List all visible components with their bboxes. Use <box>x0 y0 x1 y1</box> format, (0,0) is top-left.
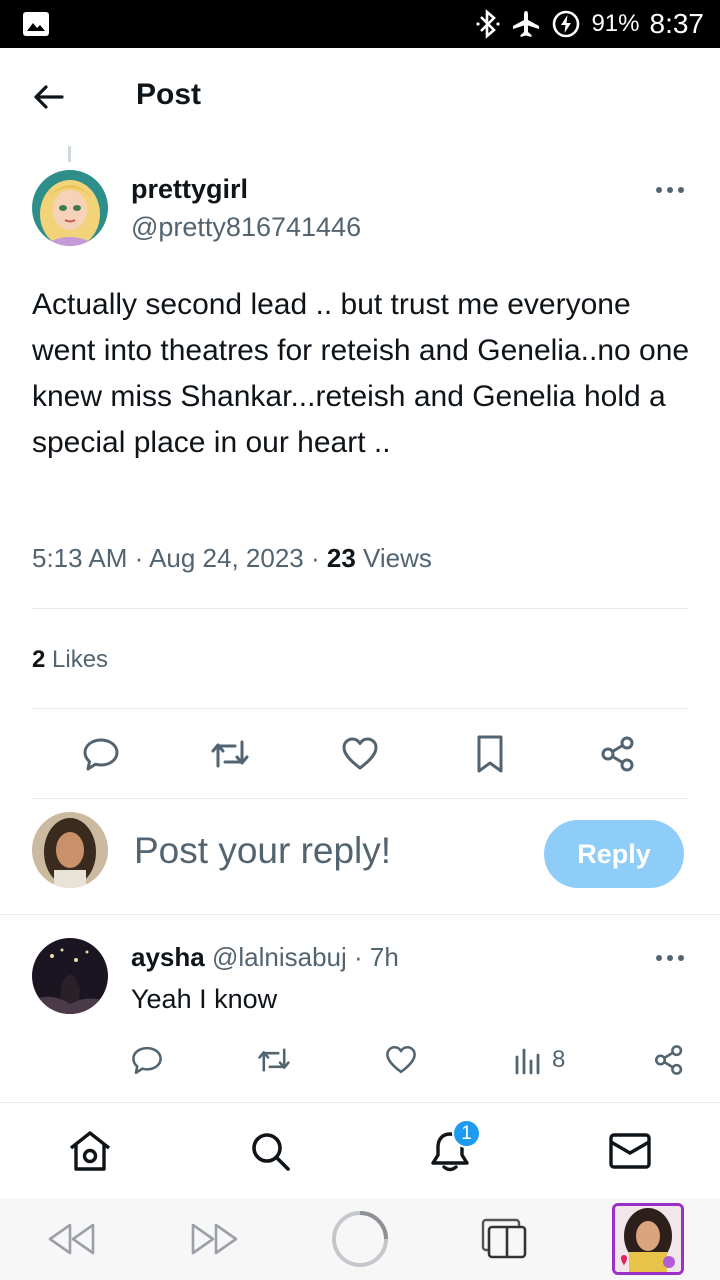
post-timestamp: 5:13 AM · Aug 24, 2023 · <box>32 543 327 573</box>
author-avatar[interactable] <box>32 170 108 246</box>
page-title: Post <box>136 78 202 111</box>
author-handle[interactable]: @pretty816741446 <box>131 212 361 243</box>
more-dot-icon <box>678 187 684 193</box>
reply-button[interactable] <box>77 730 125 778</box>
status-bar: 91% 8:37 <box>0 0 720 48</box>
repost-icon <box>211 740 249 768</box>
reply-author-name[interactable]: aysha <box>131 942 205 972</box>
gallery-icon <box>23 12 49 36</box>
share-icon <box>654 1045 683 1075</box>
rewind-icon <box>48 1223 95 1255</box>
views-count: 23 <box>326 543 356 573</box>
profile-thumbnail-image <box>615 1206 681 1272</box>
fast-forward-button[interactable] <box>188 1212 242 1266</box>
avatar-image <box>32 812 108 888</box>
reply-item-like-button[interactable] <box>384 1040 418 1080</box>
reply-item-share-button[interactable] <box>652 1040 686 1080</box>
home-icon <box>69 1131 111 1171</box>
repost-icon <box>258 1048 290 1072</box>
repost-button[interactable] <box>206 730 254 778</box>
battery-saver-icon <box>553 10 580 38</box>
share-icon <box>601 736 634 772</box>
likes-label: Likes <box>45 646 109 673</box>
divider <box>0 914 720 915</box>
like-icon <box>386 1045 416 1074</box>
author-name[interactable]: prettygirl <box>131 174 248 205</box>
system-navigation-bar <box>0 1198 720 1280</box>
back-button[interactable] <box>26 74 72 120</box>
clock: 8:37 <box>649 8 705 39</box>
tabs-icon <box>481 1218 527 1259</box>
divider <box>32 708 688 709</box>
more-dot-icon <box>667 955 673 961</box>
like-icon <box>342 737 378 770</box>
bluetooth-icon <box>476 9 501 39</box>
top-app-bar: Post <box>0 48 720 144</box>
reply-item-views-button[interactable]: 8 <box>514 1040 565 1080</box>
reply-icon <box>132 1046 162 1075</box>
more-dot-icon <box>678 955 684 961</box>
post-meta: 5:13 AM · Aug 24, 2023 · 23 Views <box>32 543 432 574</box>
more-dot-icon <box>656 955 662 961</box>
reply-input[interactable]: Post your reply! <box>134 830 391 872</box>
divider <box>32 798 688 799</box>
loading-circle-icon <box>332 1211 388 1267</box>
divider <box>32 608 688 609</box>
like-button[interactable] <box>336 730 384 778</box>
post-text: Actually second lead .. but trust me eve… <box>32 288 690 459</box>
search-icon <box>252 1133 290 1171</box>
thread-connector-line <box>68 146 71 162</box>
reply-text: Yeah I know <box>131 984 278 1014</box>
reply-time: · 7h <box>346 942 399 972</box>
nav-home[interactable] <box>66 1127 114 1175</box>
bottom-navigation: 1 <box>0 1102 720 1198</box>
bookmark-icon <box>477 735 503 773</box>
nav-messages[interactable] <box>606 1127 654 1175</box>
reply-item-reply-button[interactable] <box>130 1040 164 1080</box>
reply-more-options-button[interactable] <box>650 944 690 972</box>
bookmark-button[interactable] <box>466 730 514 778</box>
reply-icon <box>83 738 119 771</box>
share-button[interactable] <box>594 730 642 778</box>
airplane-mode-icon <box>513 11 540 37</box>
reply-author-avatar[interactable] <box>32 938 108 1014</box>
likes-count: 2 <box>32 646 46 673</box>
more-dot-icon <box>656 187 662 193</box>
likes-link[interactable]: 2 Likes <box>32 646 108 674</box>
reply-item-repost-button[interactable] <box>256 1040 292 1080</box>
more-options-button[interactable] <box>650 176 690 204</box>
views-chart-icon <box>515 1048 540 1075</box>
back-arrow-icon <box>34 85 64 109</box>
reply-author-handle[interactable]: @lalnisabuj <box>212 942 347 972</box>
loading-indicator[interactable] <box>330 1211 390 1267</box>
battery-percent: 91% <box>591 10 640 37</box>
current-user-avatar <box>32 812 108 888</box>
nav-search[interactable] <box>246 1127 294 1175</box>
avatar-image <box>32 938 108 1014</box>
reply-submit-button[interactable]: Reply <box>544 820 684 888</box>
reply-header: aysha @lalnisabuj · 7h <box>131 942 399 973</box>
profile-thumbnail[interactable] <box>612 1203 684 1275</box>
more-dot-icon <box>667 187 673 193</box>
avatar-image <box>32 170 108 246</box>
views-label: Views <box>355 543 432 573</box>
messages-icon <box>609 1133 651 1169</box>
rewind-button[interactable] <box>44 1212 98 1266</box>
fast-forward-icon <box>191 1223 238 1255</box>
notification-badge: 1 <box>452 1119 481 1148</box>
reply-views-count: 8 <box>552 1046 566 1073</box>
tabs-button[interactable] <box>478 1212 528 1266</box>
